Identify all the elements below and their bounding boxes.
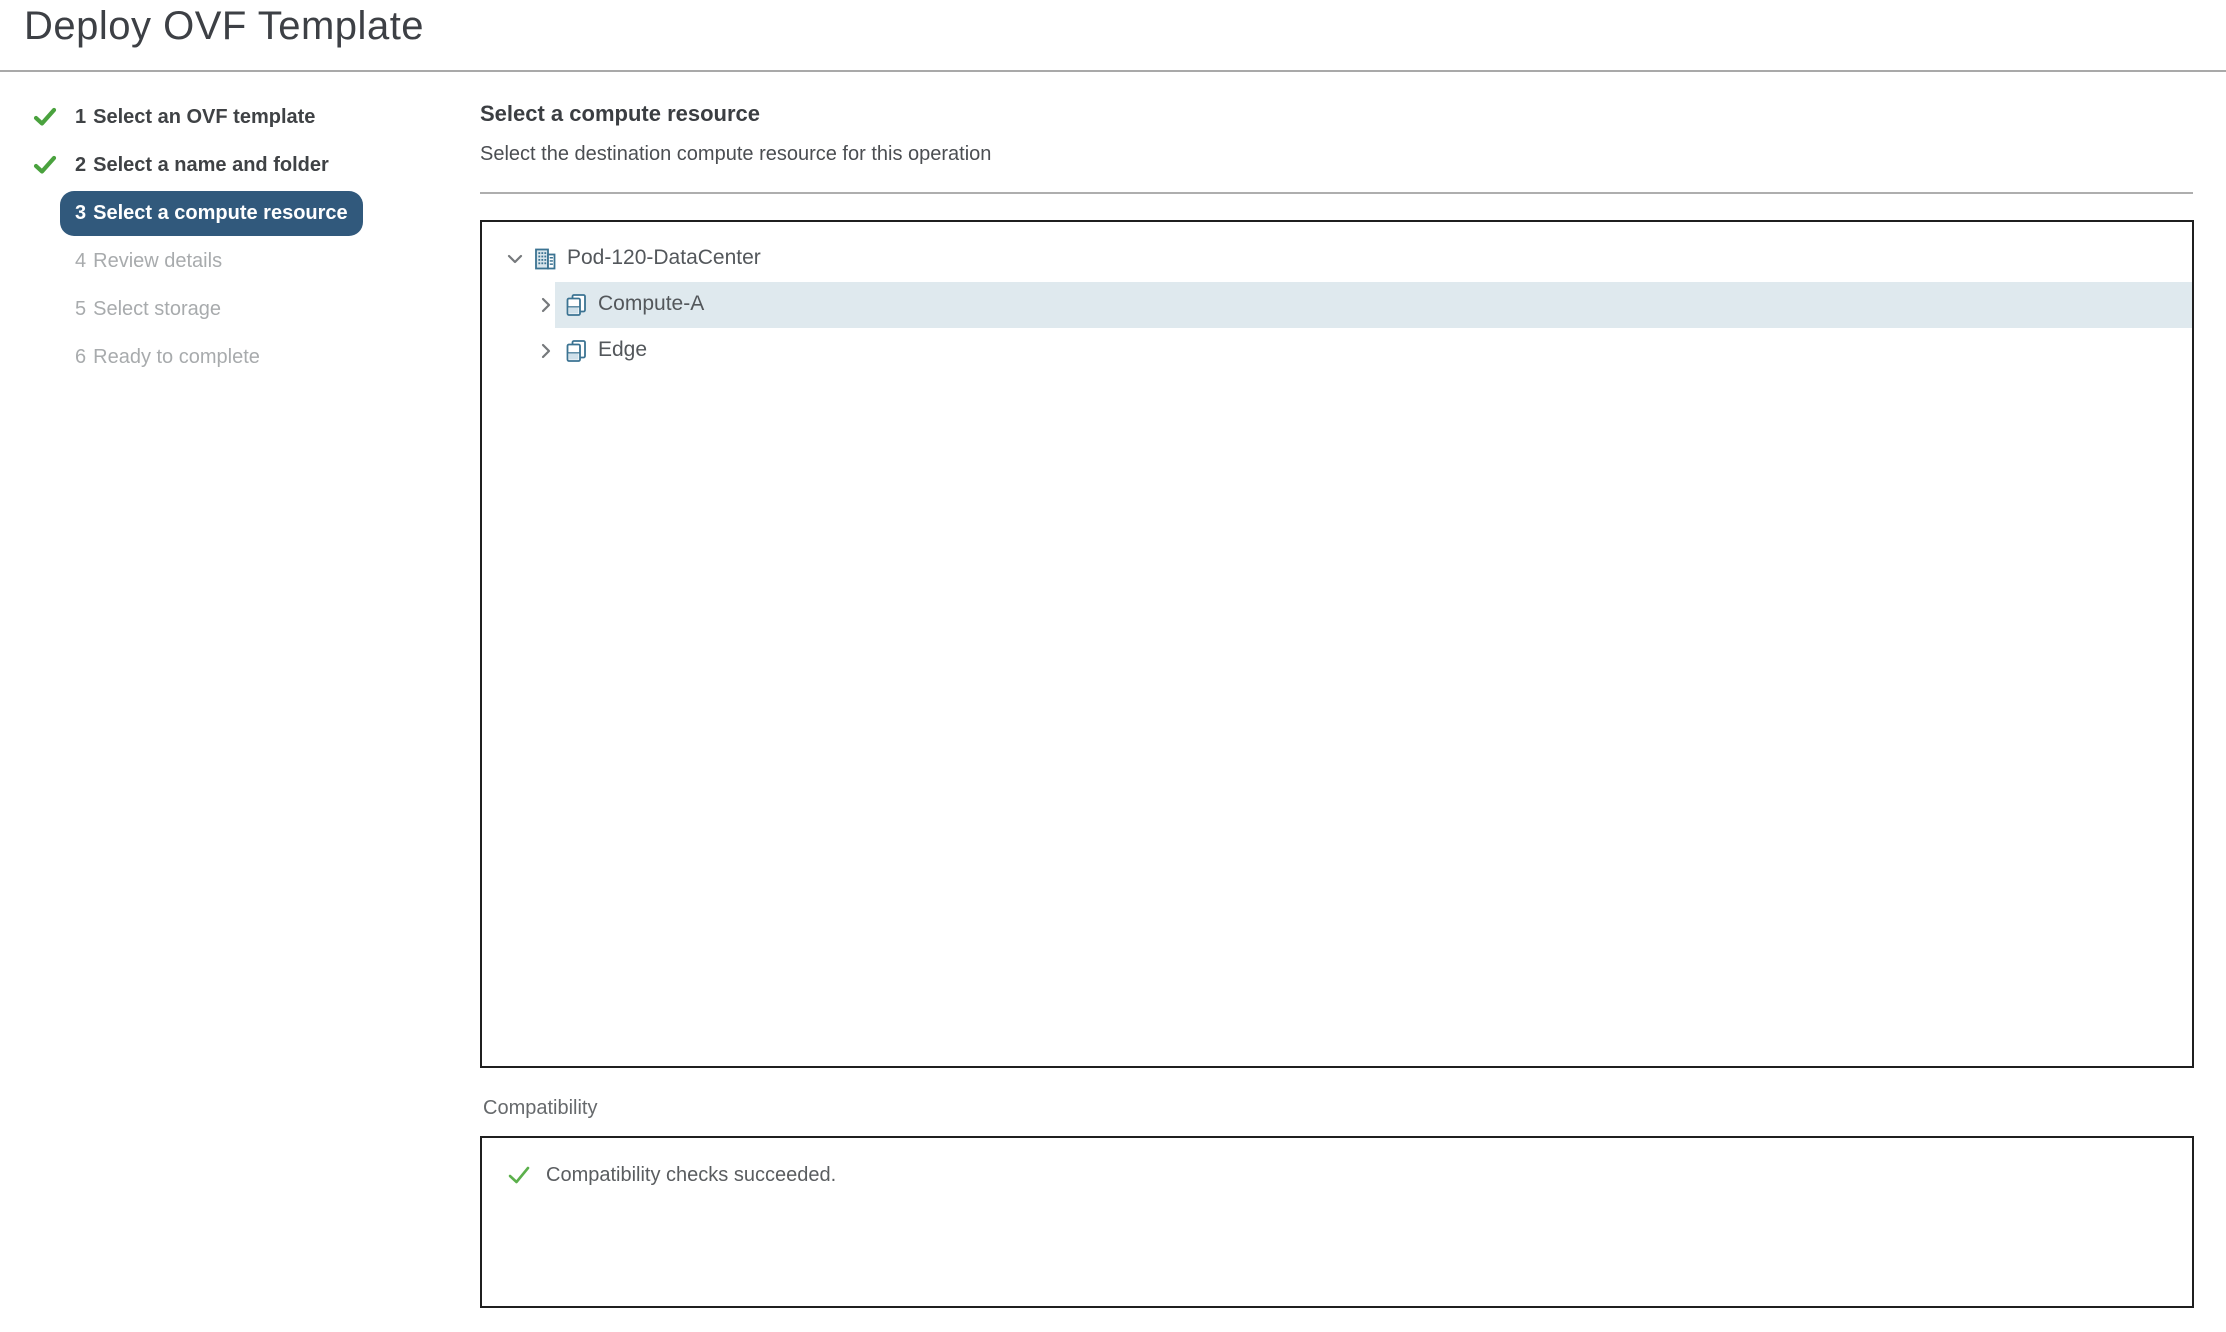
tree-item-pod-120-datacenter[interactable]: Pod-120-DataCenter [482, 236, 2192, 282]
step-number: 6 [75, 346, 86, 369]
step-1-select-an-ovf-template[interactable]: 1 Select an OVF template [0, 93, 470, 141]
chevron-right-icon[interactable] [533, 292, 559, 318]
step-label: Ready to complete [93, 346, 260, 369]
step-number: 3 [75, 202, 86, 225]
step-3-select-a-compute-resource[interactable]: 3 Select a compute resource [0, 189, 470, 237]
page-description: Select the destination compute resource … [480, 143, 991, 166]
datacenter-icon [532, 246, 558, 272]
chevron-right-icon[interactable] [533, 338, 559, 364]
step-5-select-storage: 5 Select storage [0, 285, 470, 333]
tree-item-label: Compute-A [598, 292, 704, 316]
compatibility-label: Compatibility [483, 1097, 597, 1120]
chevron-down-icon[interactable] [502, 246, 528, 272]
title-divider [0, 70, 2226, 72]
step-label: Select a name and folder [93, 154, 329, 177]
step-label: Review details [93, 250, 222, 273]
compute-resource-tree: Pod-120-DataCenter Compute-A [480, 220, 2194, 1068]
step-2-select-a-name-and-folder[interactable]: 2 Select a name and folder [0, 141, 470, 189]
tree-item-compute-a[interactable]: Compute-A [482, 282, 2192, 328]
page-title: Select a compute resource [480, 101, 760, 127]
step-label: Select an OVF template [93, 106, 315, 129]
step-number: 5 [75, 298, 86, 321]
tree-item-edge[interactable]: Edge [482, 328, 2192, 374]
compatibility-panel: Compatibility checks succeeded. [480, 1136, 2194, 1308]
cluster-icon [563, 292, 589, 318]
wizard-title: Deploy OVF Template [24, 4, 424, 49]
wizard-steps-nav: 1 Select an OVF template 2 Select a name… [0, 93, 470, 381]
step-completed-check-icon [33, 153, 57, 177]
step-number: 2 [75, 154, 86, 177]
active-step-pill: 3 Select a compute resource [60, 191, 363, 236]
step-completed-check-icon [33, 105, 57, 129]
step-number: 4 [75, 250, 86, 273]
tree-item-label: Pod-120-DataCenter [567, 246, 761, 270]
compatibility-status-row: Compatibility checks succeeded. [506, 1162, 2192, 1188]
step-6-ready-to-complete: 6 Ready to complete [0, 333, 470, 381]
step-label: Select storage [93, 298, 221, 321]
step-label: Select a compute resource [93, 202, 348, 225]
content-divider [480, 192, 2193, 194]
success-check-icon [506, 1162, 532, 1188]
cluster-icon [563, 338, 589, 364]
step-4-review-details: 4 Review details [0, 237, 470, 285]
step-number: 1 [75, 106, 86, 129]
tree-item-label: Edge [598, 338, 647, 362]
compatibility-message: Compatibility checks succeeded. [546, 1164, 836, 1187]
